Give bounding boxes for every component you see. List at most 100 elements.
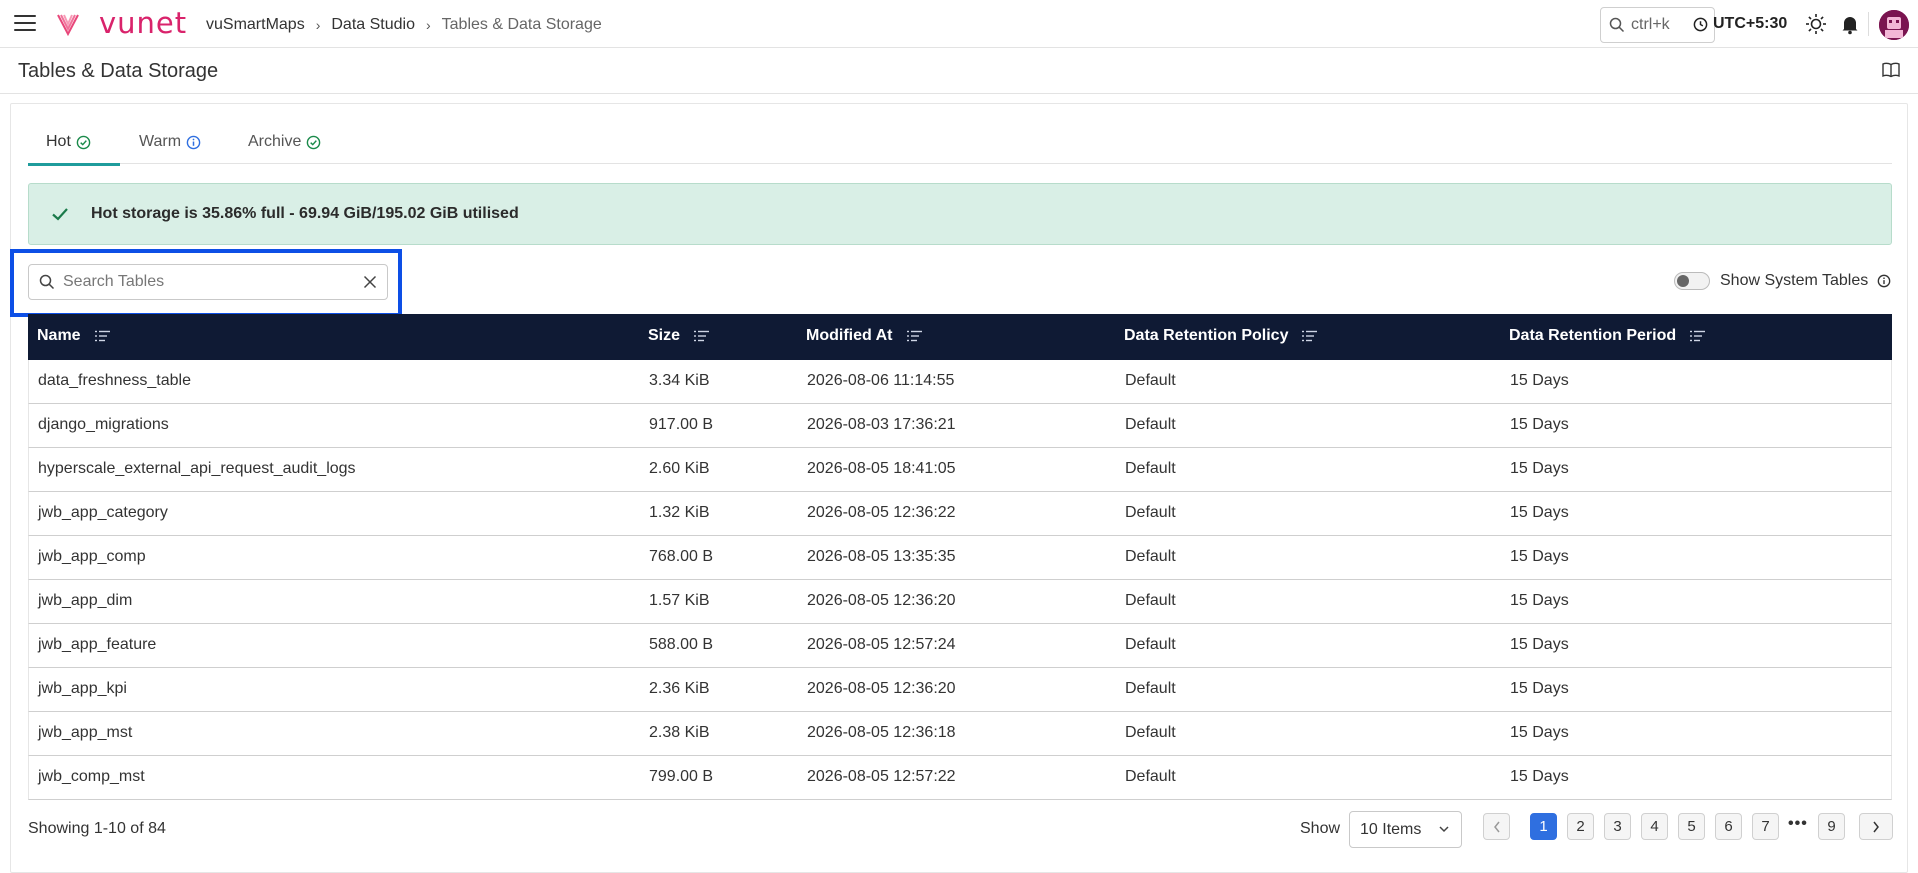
table-row[interactable]: jwb_app_category 1.32 KiB 2026-08-05 12:36… [28,492,1892,536]
cell-name: jwb_app_feature [38,636,157,653]
page-button[interactable]: 6 [1715,813,1742,840]
cell-retention-policy: Default [1125,372,1176,389]
table-row[interactable]: jwb_comp_mst 799.00 B 2026-08-05 12:57:22 D… [28,756,1892,800]
column-header-label: Modified At [806,327,893,344]
chevron-down-icon [1439,826,1449,833]
cell-size: 1.32 KiB [649,504,710,521]
notification-bell-icon[interactable] [1839,13,1861,35]
system-tables-toggle[interactable] [1674,272,1710,290]
cell-name: jwb_app_kpi [38,680,127,697]
search-input[interactable] [63,273,363,291]
cell-size: 799.00 B [649,768,714,785]
chevron-right-icon: › [315,17,321,33]
table-row[interactable]: data_freshness_table 3.34 KiB 2026-08-06 1… [28,360,1892,404]
cell-size: 2.36 KiB [649,680,710,697]
cell-retention-period: 15 Days [1510,768,1569,785]
tab-warm[interactable]: Warm [139,133,201,151]
vunet-logo-icon [57,14,79,36]
column-header-retention-policy[interactable]: Data Retention Policy [1124,327,1318,345]
clear-search-icon[interactable] [363,275,377,289]
cell-retention-period: 15 Days [1510,592,1569,609]
storage-status-text: Hot storage is 35.86% full - 69.94 GiB/1… [91,205,519,222]
column-header-retention-period[interactable]: Data Retention Period [1509,327,1706,345]
avatar[interactable] [1879,10,1909,40]
page-button[interactable]: 9 [1818,813,1845,840]
table-row[interactable]: jwb_app_comp 768.00 B 2026-08-05 13:35:35 D… [28,536,1892,580]
filter-list-icon[interactable] [906,330,922,342]
table-row[interactable]: jwb_app_feature 588.00 B 2026-08-05 12:57:… [28,624,1892,668]
table-row[interactable]: jwb_app_mst 2.38 KiB 2026-08-05 12:36:18 De… [28,712,1892,756]
page-button[interactable]: 3 [1604,813,1631,840]
previous-page-button[interactable] [1483,813,1510,840]
page-button[interactable]: 5 [1678,813,1705,840]
cell-retention-policy: Default [1125,768,1176,785]
search-icon [39,274,55,290]
cell-modified-at: 2026-08-05 12:36:22 [807,504,956,521]
cell-modified-at: 2026-08-06 11:14:55 [807,372,955,389]
cell-size: 2.60 KiB [649,460,710,477]
cell-retention-period: 15 Days [1510,504,1569,521]
table-row[interactable]: jwb_app_kpi 2.36 KiB 2026-08-05 12:36:20 De… [28,668,1892,712]
table-row[interactable]: jwb_app_dim 1.57 KiB 2026-08-05 12:36:20 De… [28,580,1892,624]
breadcrumb-item-vusmartmaps[interactable]: vuSmartMaps [206,16,305,34]
page-button[interactable]: 7 [1752,813,1779,840]
cell-retention-policy: Default [1125,416,1176,433]
documentation-book-icon[interactable] [1881,60,1901,80]
breadcrumb-item-data-studio[interactable]: Data Studio [331,16,415,34]
cell-retention-policy: Default [1125,460,1176,477]
cell-name: jwb_app_mst [38,724,133,741]
page-title: Tables & Data Storage [18,60,219,82]
cell-size: 1.57 KiB [649,592,710,609]
column-header-name[interactable]: Name [37,327,110,345]
column-header-label: Data Retention Policy [1124,327,1289,344]
cell-modified-at: 2026-08-05 18:41:05 [807,460,956,477]
pagination-ellipsis: ••• [1788,815,1808,832]
table-header: Name Size Modified At Data Retention Pol… [28,314,1892,360]
filter-list-icon[interactable] [94,330,110,342]
page-button[interactable]: 4 [1641,813,1668,840]
hamburger-menu-icon[interactable] [14,15,36,33]
cell-modified-at: 2026-08-05 12:57:24 [807,636,956,653]
chevron-left-icon [1493,821,1500,832]
cell-name: jwb_app_comp [38,548,146,565]
items-per-page-select[interactable]: 10 Items [1349,811,1462,848]
timezone-selector[interactable]: UTC+5:30 [1693,15,1787,33]
check-circle-icon [307,135,321,149]
tab-archive[interactable]: Archive [248,133,321,151]
cell-name: django_migrations [38,416,169,433]
column-header-size[interactable]: Size [648,327,710,345]
items-per-page-label: Show [1300,820,1341,837]
column-header-label: Name [37,327,81,344]
page-button[interactable]: 1 [1530,813,1557,840]
filter-list-icon[interactable] [694,330,710,342]
cell-modified-at: 2026-08-05 12:57:22 [807,768,956,785]
cell-name: jwb_app_category [38,504,168,521]
cell-name: data_freshness_table [38,372,191,389]
top-bar: vunet vuSmartMaps › Data Studio › Tables… [0,0,1918,48]
page-button[interactable]: 2 [1567,813,1594,840]
next-page-button[interactable] [1859,813,1893,840]
cell-retention-period: 15 Days [1510,372,1569,389]
cell-retention-policy: Default [1125,504,1176,521]
tab-label: Hot [46,133,71,150]
theme-toggle-sun-icon[interactable] [1805,13,1827,35]
table-row[interactable]: django_migrations 917.00 B 2026-08-03 17:3… [28,404,1892,448]
storage-tabs: Hot Warm Archive [28,120,1892,166]
cell-modified-at: 2026-08-05 12:36:20 [807,680,956,697]
table-search-field[interactable] [28,264,388,300]
cell-modified-at: 2026-08-05 12:36:20 [807,592,956,609]
filter-list-icon[interactable] [1690,330,1706,342]
cell-retention-policy: Default [1125,548,1176,565]
cell-size: 588.00 B [649,636,714,653]
tab-hot[interactable]: Hot [28,133,120,166]
filter-list-icon[interactable] [1302,330,1318,342]
info-circle-icon[interactable] [1877,274,1891,288]
cell-modified-at: 2026-08-03 17:36:21 [807,416,956,433]
toggle-knob [1677,275,1689,287]
checkmark-icon [52,208,68,221]
column-header-label: Data Retention Period [1509,327,1677,344]
column-header-modified-at[interactable]: Modified At [806,327,922,345]
cell-retention-policy: Default [1125,636,1176,653]
table-row[interactable]: hyperscale_external_api_request_audit_lo… [28,448,1892,492]
page-header: Tables & Data Storage [0,48,1918,94]
